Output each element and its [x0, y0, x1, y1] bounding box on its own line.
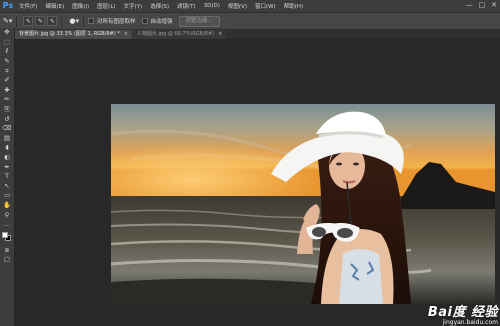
- clone-stamp-tool-icon[interactable]: ⎘: [1, 105, 13, 115]
- divider: [16, 15, 18, 27]
- subtract-from-selection-icon[interactable]: ✎: [47, 16, 58, 26]
- minimize-button[interactable]: —: [466, 1, 473, 9]
- add-to-selection-icon[interactable]: ✎: [35, 16, 46, 26]
- menu-bar: Ps 文件(F) 编辑(E) 图像(I) 图层(L) 文字(Y) 选择(S) 滤…: [0, 0, 500, 12]
- top: [339, 249, 383, 304]
- menu-3d[interactable]: 3D(D): [204, 3, 220, 9]
- dodge-tool-icon[interactable]: ◐: [1, 153, 13, 163]
- crop-tool-icon[interactable]: ⌗: [1, 66, 13, 76]
- tab-close-icon[interactable]: ×: [124, 30, 128, 39]
- path-selection-tool-icon[interactable]: ↖: [1, 182, 13, 192]
- auto-enhance-label: 自动增强: [150, 19, 173, 25]
- photoshop-logo: Ps: [2, 1, 14, 10]
- marquee-tool-icon[interactable]: ⬚: [1, 38, 13, 48]
- menu-image[interactable]: 图像(I): [72, 2, 89, 10]
- document-canvas[interactable]: [111, 104, 495, 304]
- tab-close-icon[interactable]: ×: [218, 30, 222, 39]
- eyedropper-tool-icon[interactable]: ✐: [1, 76, 13, 86]
- baidu-jingyan-url: jingyan.baidu.com: [442, 319, 498, 326]
- blur-tool-icon[interactable]: ◖: [1, 143, 13, 153]
- menu-help[interactable]: 帮助(H): [284, 2, 303, 10]
- healing-brush-tool-icon[interactable]: ✚: [1, 86, 13, 96]
- shape-tool-icon[interactable]: ▭: [1, 191, 13, 201]
- history-brush-tool-icon[interactable]: ↺: [1, 114, 13, 124]
- menu-filter[interactable]: 滤镜(T): [177, 2, 196, 10]
- menu-edit[interactable]: 编辑(E): [45, 2, 64, 10]
- close-button[interactable]: ✕: [491, 1, 497, 9]
- brush-tool-icon[interactable]: ✏: [1, 95, 13, 105]
- brush-size-icon[interactable]: ●▾: [69, 16, 79, 26]
- tab-background-image[interactable]: 背景图片.jpg @ 33.3% (图层 1, RGB/8#) * ×: [15, 30, 132, 39]
- tools-panel: ✥ ⬚ ℓ ✎ ⌗ ✐ ✚ ✏ ⎘ ↺ ⌫ ▤ ◖ ◐ ✒ T ↖ ▭ ✋ ⚲ …: [0, 28, 15, 326]
- quick-mask-icon[interactable]: ⧈: [1, 245, 13, 255]
- tab-label: 人物图片.jpg @ 66.7%(RGB/8#): [136, 31, 215, 37]
- auto-enhance-checkbox[interactable]: [141, 18, 148, 24]
- lasso-tool-icon[interactable]: ℓ: [1, 47, 13, 57]
- canvas-area[interactable]: Bai度 经验 jingyan.baidu.com: [15, 39, 500, 326]
- pen-tool-icon[interactable]: ✒: [1, 162, 13, 172]
- sample-all-layers-checkbox[interactable]: [88, 18, 95, 24]
- color-swatches[interactable]: [1, 231, 13, 245]
- baidu-jingyan-logo: Bai度 经验: [427, 305, 498, 320]
- gradient-tool-icon[interactable]: ▤: [1, 134, 13, 144]
- divider: [83, 15, 85, 27]
- menu-file[interactable]: 文件(F): [19, 2, 37, 10]
- menu-layer[interactable]: 图层(L): [97, 2, 115, 10]
- menu-type[interactable]: 文字(Y): [124, 2, 143, 10]
- options-bar: ✎▾ ✎ ✎ ✎ ●▾ 对所有图层取样 自动增强 调整边缘...: [0, 12, 500, 30]
- divider: [61, 15, 63, 27]
- tab-label: 背景图片.jpg @ 33.3% (图层 1, RGB/8#) *: [19, 31, 120, 37]
- composite-photo: [111, 104, 495, 304]
- move-tool-icon[interactable]: ✥: [1, 28, 13, 38]
- maximize-button[interactable]: □: [479, 1, 486, 9]
- zoom-tool-icon[interactable]: ⚲: [1, 210, 13, 220]
- window-controls: — □ ✕: [466, 1, 498, 9]
- quick-selection-tool-preset-icon[interactable]: ✎▾: [3, 16, 12, 26]
- menu-view[interactable]: 视图(V): [228, 2, 247, 10]
- quick-selection-tool-icon[interactable]: ✎: [1, 57, 13, 67]
- eraser-tool-icon[interactable]: ⌫: [1, 124, 13, 134]
- new-selection-icon[interactable]: ✎: [23, 16, 34, 26]
- refine-edge-button[interactable]: 调整边缘...: [178, 15, 220, 27]
- sample-all-layers-label: 对所有图层取样: [97, 19, 136, 25]
- document-tabs: 背景图片.jpg @ 33.3% (图层 1, RGB/8#) * × 人物图片…: [15, 29, 500, 39]
- menu-select[interactable]: 选择(S): [150, 2, 169, 10]
- hand-tool-icon[interactable]: ✋: [1, 201, 13, 211]
- foreground-color-swatch[interactable]: [2, 232, 8, 239]
- more-tools-icon[interactable]: …: [1, 220, 13, 230]
- tab-person-image[interactable]: 人物图片.jpg @ 66.7%(RGB/8#) ×: [132, 30, 227, 39]
- baidu-watermark: Bai度 经验 jingyan.baidu.com: [428, 301, 498, 326]
- type-tool-icon[interactable]: T: [1, 172, 13, 182]
- screen-mode-icon[interactable]: ▢: [1, 255, 13, 265]
- menu-window[interactable]: 窗口(W): [255, 2, 276, 10]
